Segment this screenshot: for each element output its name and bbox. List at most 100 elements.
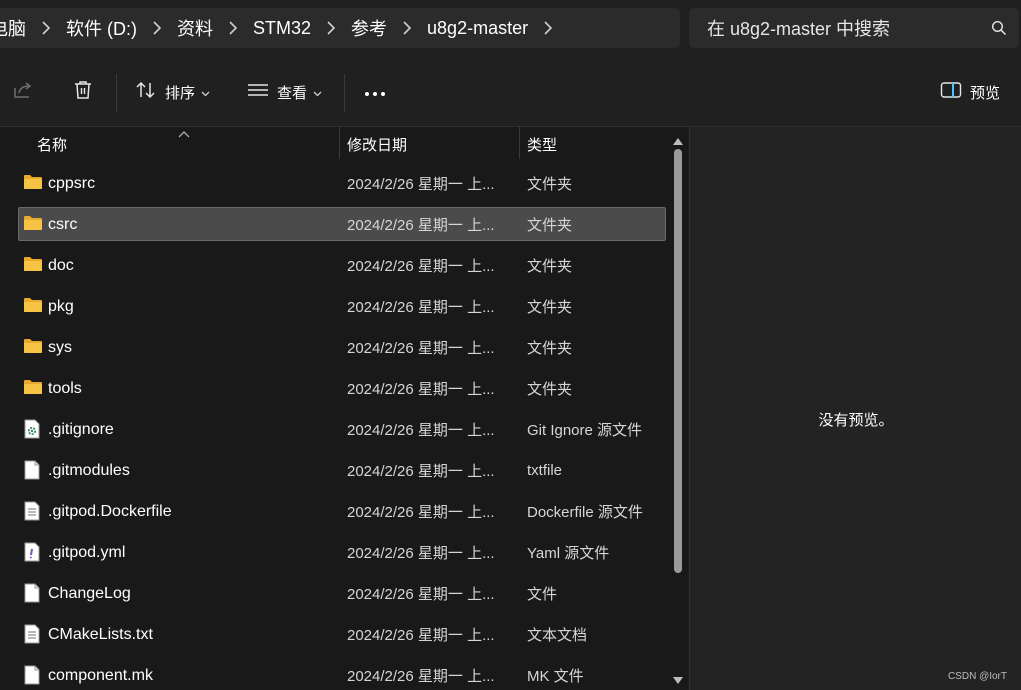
chevron-down-icon (313, 84, 322, 102)
preview-pane: 没有预览。 CSDN @IorT (689, 127, 1021, 690)
file-name[interactable]: sys (48, 328, 72, 367)
column-name[interactable]: 名称 (37, 127, 67, 161)
breadcrumb-item-u8g2[interactable]: u8g2-master (427, 18, 528, 39)
chevron-right-icon (387, 21, 427, 35)
folder-icon (23, 296, 43, 316)
file-date-modified: 2024/2/26 星期一 上... (347, 668, 495, 685)
file-type: 文本文档 (527, 627, 588, 644)
file-name[interactable]: component.mk (48, 656, 153, 690)
file-date-modified: 2024/2/26 星期一 上... (347, 627, 495, 644)
file-name[interactable]: .gitpod.Dockerfile (48, 492, 172, 531)
share-button[interactable] (12, 58, 34, 127)
breadcrumb-item-stm32[interactable]: STM32 (253, 18, 311, 39)
chevron-right-icon[interactable] (528, 21, 568, 35)
file-name[interactable]: doc (48, 246, 74, 285)
breadcrumb-item-drive[interactable]: 软件 (D:) (66, 15, 137, 41)
column-separator[interactable] (519, 127, 520, 159)
file-row[interactable]: csrc 2024/2/26 星期一 上... 文件夹 (0, 205, 668, 246)
file-row[interactable]: cppsrc 2024/2/26 星期一 上... 文件夹 (0, 164, 668, 205)
file-type: Git Ignore 源文件 (527, 422, 643, 439)
view-button[interactable]: 查看 (247, 58, 322, 127)
file-type: 文件夹 (527, 340, 573, 357)
file-rows: cppsrc 2024/2/26 星期一 上... 文件夹 csrc 2024/2/26… (0, 164, 668, 690)
breadcrumb-item-pc[interactable]: 电脑 (0, 15, 26, 41)
file-type: 文件夹 (527, 299, 573, 316)
toolbar-divider (344, 74, 345, 112)
file-row[interactable]: component.mk 2024/2/26 星期一 上... MK 文件 (0, 656, 668, 690)
preview-label: 预览 (970, 85, 1001, 102)
file-date-modified: 2024/2/26 星期一 上... (347, 176, 495, 193)
file-row[interactable]: .gitpod.yml 2024/2/26 星期一 上... Yaml 源文件 (0, 533, 668, 574)
breadcrumb-item-cankao[interactable]: 参考 (351, 15, 387, 41)
chevron-down-icon (201, 84, 210, 102)
file-type: 文件夹 (527, 381, 573, 398)
search-input[interactable]: 在 u8g2-master 中搜索 (707, 15, 979, 41)
chevron-right-icon (26, 21, 66, 35)
column-date-modified[interactable]: 修改日期 (347, 127, 407, 161)
folder-icon (23, 255, 43, 275)
file-row[interactable]: sys 2024/2/26 星期一 上... 文件夹 (0, 328, 668, 369)
file-row[interactable]: tools 2024/2/26 星期一 上... 文件夹 (0, 369, 668, 410)
file-name[interactable]: .gitpod.yml (48, 533, 125, 572)
file-name[interactable]: CMakeLists.txt (48, 615, 153, 654)
file-type: MK 文件 (527, 668, 584, 685)
file-icon (23, 665, 43, 685)
scroll-down-icon[interactable] (672, 673, 684, 685)
more-options-button[interactable] (364, 58, 386, 127)
file-date-modified: 2024/2/26 星期一 上... (347, 340, 495, 357)
file-name[interactable]: ChangeLog (48, 574, 131, 613)
column-separator[interactable] (339, 127, 340, 159)
file-type: 文件夹 (527, 176, 573, 193)
file-date-modified: 2024/2/26 星期一 上... (347, 381, 495, 398)
file-name[interactable]: tools (48, 369, 82, 408)
breadcrumb[interactable]: 电脑 软件 (D:) 资料 STM32 参考 u8g2-master (0, 8, 680, 48)
sort-label: 排序 (165, 85, 196, 102)
file-icon (23, 583, 43, 603)
chevron-right-icon (213, 21, 253, 35)
file-name[interactable]: .gitignore (48, 410, 114, 449)
file-type: 文件夹 (527, 217, 573, 234)
file-type: 文件夹 (527, 258, 573, 275)
file-type: Dockerfile 源文件 (527, 504, 643, 521)
view-label: 查看 (277, 85, 308, 102)
sort-icon (135, 80, 157, 105)
file-name[interactable]: csrc (48, 205, 77, 244)
exclamation-file-icon (23, 542, 43, 562)
file-row[interactable]: .gitignore 2024/2/26 星期一 上... Git Ignore 源… (0, 410, 668, 451)
text-file-icon (23, 501, 43, 521)
sort-button[interactable]: 排序 (135, 58, 210, 127)
scrollbar-thumb[interactable] (674, 149, 682, 573)
file-type: txtfile (527, 462, 563, 479)
command-bar: 排序 查看 预览 (0, 58, 1021, 127)
sort-ascending-icon (178, 125, 190, 143)
search-icon[interactable] (979, 20, 1019, 36)
file-row[interactable]: CMakeLists.txt 2024/2/26 星期一 上... 文本文档 (0, 615, 668, 656)
column-header-row: 名称 修改日期 类型 (0, 127, 668, 161)
vertical-scrollbar[interactable] (668, 127, 688, 690)
search-box[interactable]: 在 u8g2-master 中搜索 (689, 8, 1019, 48)
preview-pane-button[interactable]: 预览 (940, 58, 1000, 127)
column-type[interactable]: 类型 (527, 127, 557, 161)
folder-icon (23, 337, 43, 357)
file-date-modified: 2024/2/26 星期一 上... (347, 258, 495, 275)
file-name[interactable]: cppsrc (48, 164, 95, 203)
delete-button[interactable] (72, 58, 94, 127)
file-row[interactable]: .gitpod.Dockerfile 2024/2/26 星期一 上... Dock… (0, 492, 668, 533)
file-date-modified: 2024/2/26 星期一 上... (347, 217, 495, 234)
scroll-up-icon[interactable] (672, 133, 684, 145)
file-list: 名称 修改日期 类型 cppsrc 2024/2/26 星期一 上... 文件夹 cs… (0, 127, 688, 690)
folder-icon (23, 214, 43, 234)
file-row[interactable]: ChangeLog 2024/2/26 星期一 上... 文件 (0, 574, 668, 615)
file-date-modified: 2024/2/26 星期一 上... (347, 299, 495, 316)
file-row[interactable]: .gitmodules 2024/2/26 星期一 上... txtfile (0, 451, 668, 492)
breadcrumb-item-ziliao[interactable]: 资料 (177, 15, 213, 41)
file-row[interactable]: doc 2024/2/26 星期一 上... 文件夹 (0, 246, 668, 287)
file-name[interactable]: pkg (48, 287, 74, 326)
file-name[interactable]: .gitmodules (48, 451, 130, 490)
file-date-modified: 2024/2/26 星期一 上... (347, 545, 495, 562)
list-view-icon (247, 82, 269, 103)
gear-file-icon (23, 419, 43, 439)
file-date-modified: 2024/2/26 星期一 上... (347, 586, 495, 603)
file-row[interactable]: pkg 2024/2/26 星期一 上... 文件夹 (0, 287, 668, 328)
trash-icon (72, 79, 94, 106)
